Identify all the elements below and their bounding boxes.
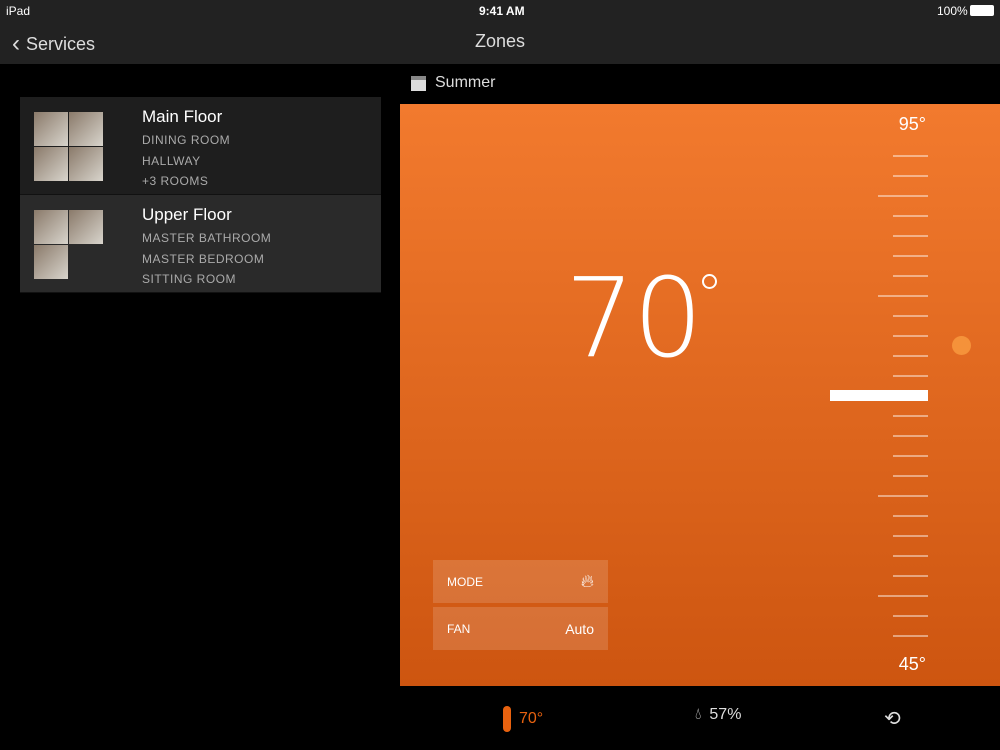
zone-list: Main Floor DINING ROOM HALLWAY +3 ROOMS … — [20, 97, 381, 293]
humidity-tab[interactable]: 💧︎ 57% — [695, 706, 741, 724]
scale-tick — [893, 635, 928, 637]
calendar-icon — [411, 75, 426, 91]
scale-tick — [878, 195, 928, 197]
scale-tick — [893, 535, 928, 537]
degree-symbol — [702, 274, 717, 289]
scale-tick — [878, 295, 928, 297]
scale-tick — [893, 475, 928, 477]
history-icon: ⟲ — [884, 708, 901, 730]
zone-upper-floor[interactable]: Upper Floor MASTER BATHROOM MASTER BEDRO… — [20, 195, 381, 293]
zone-thumbnail — [34, 112, 103, 181]
room: +3 ROOMS — [142, 174, 209, 188]
bottom-bar: 70° 💧︎ 57% ⟲ — [400, 686, 1000, 750]
zone-name: Upper Floor — [142, 205, 232, 224]
scale-tick — [893, 235, 928, 237]
mode-label: MODE — [447, 574, 483, 589]
scale-tick — [893, 435, 928, 437]
current-temp-indicator — [952, 336, 971, 355]
scale-tick — [893, 455, 928, 457]
humidity-value: 57% — [709, 706, 742, 723]
current-temp: 70 — [565, 254, 703, 382]
scale-tick — [893, 275, 928, 277]
battery-label: 100% — [937, 4, 968, 18]
room: DINING ROOM — [142, 133, 231, 147]
room: HALLWAY — [142, 154, 201, 168]
scale-tick — [893, 575, 928, 577]
room: MASTER BATHROOM — [142, 231, 272, 245]
thermometer-icon — [503, 706, 511, 732]
page-title: Zones — [474, 31, 526, 51]
schedule-label: Summer — [435, 74, 496, 91]
zone-main-floor[interactable]: Main Floor DINING ROOM HALLWAY +3 ROOMS — [20, 97, 381, 195]
scale-tick — [893, 255, 928, 257]
fan-button[interactable]: FAN Auto — [433, 607, 608, 650]
status-bar: iPad 9:41 AM 100% — [0, 0, 1000, 22]
setpoint-slider-handle[interactable] — [830, 390, 928, 401]
fan-value: Auto — [565, 620, 594, 637]
scale-tick — [893, 315, 928, 317]
room: SITTING ROOM — [142, 272, 236, 286]
scale-tick — [893, 515, 928, 517]
min-temp: 45° — [898, 654, 926, 674]
fan-label: FAN — [447, 621, 471, 636]
scale-tick — [893, 415, 928, 417]
scale-tick — [893, 615, 928, 617]
temp-value: 70° — [519, 710, 544, 727]
droplets-icon: 💧︎ — [695, 706, 702, 723]
scale-tick — [878, 595, 928, 597]
temperature-tab[interactable]: 70° — [503, 706, 543, 732]
history-tab[interactable]: ⟲ — [884, 706, 901, 731]
scale-tick — [893, 355, 928, 357]
room: MASTER BEDROOM — [142, 252, 265, 266]
flame-icon: 🔥︎ — [580, 571, 594, 591]
zone-name: Main Floor — [142, 107, 223, 126]
schedule-button[interactable]: Summer — [411, 74, 495, 92]
nav-bar: ‹ Services Zones — [0, 22, 1000, 64]
battery-icon — [970, 5, 994, 16]
scale-tick — [893, 175, 928, 177]
mode-button[interactable]: MODE 🔥︎ — [433, 560, 608, 603]
scale-tick — [893, 555, 928, 557]
thermostat-panel: 70 95° 45° MODE 🔥︎ FAN Auto — [400, 104, 1000, 686]
scale-tick — [878, 495, 928, 497]
scale-tick — [893, 215, 928, 217]
scale-tick — [893, 155, 928, 157]
max-temp: 95° — [898, 114, 926, 134]
scale-tick — [893, 375, 928, 377]
zone-thumbnail — [34, 210, 103, 279]
device-label: iPad — [6, 4, 31, 18]
time: 9:41 AM — [479, 4, 525, 18]
scale-tick — [893, 335, 928, 337]
